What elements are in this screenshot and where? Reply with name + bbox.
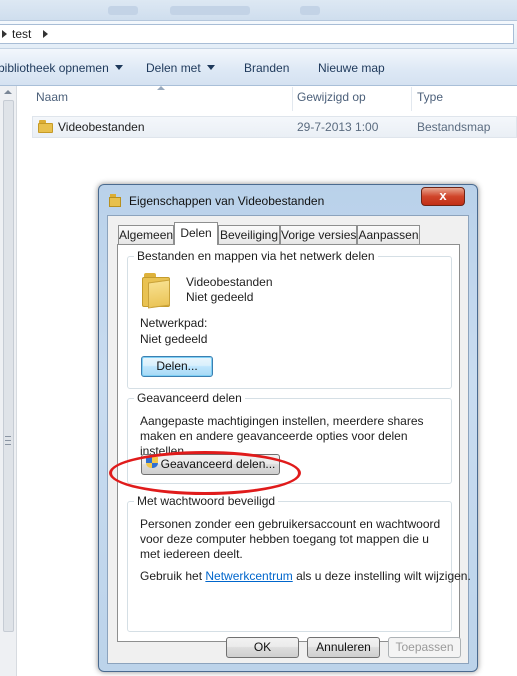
title-bar-blur <box>300 6 320 15</box>
folder-icon <box>142 273 172 309</box>
tab-security[interactable]: Beveiliging <box>218 225 280 244</box>
address-bar: test <box>0 21 517 49</box>
file-type: Bestandsmap <box>417 120 491 134</box>
ok-button[interactable]: OK <box>226 637 299 658</box>
title-bar-blur <box>108 6 138 15</box>
properties-dialog: Eigenschappen van Videobestanden x Algem… <box>98 184 478 672</box>
tab-general[interactable]: Algemeen <box>118 225 174 244</box>
column-divider[interactable] <box>411 87 412 111</box>
share-with-button[interactable]: Delen met <box>146 61 215 75</box>
network-sharing-group: Bestanden en mappen via het netwerk dele… <box>127 249 452 389</box>
column-header-type[interactable]: Type <box>417 90 443 104</box>
column-header-modified[interactable]: Gewijzigd op <box>297 90 366 104</box>
scroll-up-icon[interactable] <box>4 90 12 94</box>
breadcrumb-test[interactable]: test <box>12 27 31 41</box>
password-protection-title: Met wachtwoord beveiligd <box>134 494 279 508</box>
command-bar: bibliotheek opnemen Delen met Branden Ni… <box>0 49 517 86</box>
share-button[interactable]: Delen... <box>141 356 213 377</box>
advanced-sharing-title: Geavanceerd delen <box>134 391 245 405</box>
apply-button[interactable]: Toepassen <box>388 637 461 658</box>
column-divider[interactable] <box>292 87 293 111</box>
chevron-down-icon <box>206 65 215 70</box>
include-in-library-label: bibliotheek opnemen <box>0 61 109 75</box>
share-with-label: Delen met <box>146 61 201 75</box>
annotation-ellipse <box>109 451 301 495</box>
change-setting-text: Gebruik het Netwerkcentrum als u deze in… <box>140 569 471 584</box>
change-setting-prefix: Gebruik het <box>140 569 206 583</box>
folder-icon <box>109 194 125 208</box>
scrollbar-thumb[interactable] <box>3 100 14 632</box>
dialog-client-area: Algemeen Delen Beveiliging Vorige versie… <box>107 215 471 664</box>
address-box[interactable]: test <box>0 24 514 44</box>
window-title-bar <box>0 0 517 21</box>
sharing-tab-panel: Bestanden en mappen via het netwerk dele… <box>117 244 471 642</box>
tab-customize[interactable]: Aanpassen <box>357 225 420 244</box>
network-center-link[interactable]: Netwerkcentrum <box>205 569 292 583</box>
chevron-down-icon <box>114 65 123 70</box>
password-protection-group: Met wachtwoord beveiligd Personen zonder… <box>127 494 471 632</box>
file-name: Videobestanden <box>58 120 145 134</box>
breadcrumb-arrow-icon[interactable] <box>2 30 7 38</box>
password-protection-description: Personen zonder een gebruikersaccount en… <box>140 517 441 561</box>
include-in-library-button[interactable]: bibliotheek opnemen <box>0 61 123 75</box>
file-row[interactable]: Videobestanden 29-7-2013 1:00 Bestandsma… <box>32 116 517 138</box>
network-path-label: Netwerkpad: <box>140 316 208 330</box>
network-sharing-title: Bestanden en mappen via het netwerk dele… <box>134 249 378 263</box>
folder-icon <box>38 120 53 133</box>
shared-folder-status: Niet gedeeld <box>186 290 254 304</box>
new-folder-button[interactable]: Nieuwe map <box>318 61 385 75</box>
title-bar-blur <box>170 6 250 15</box>
breadcrumb-arrow-icon[interactable] <box>43 30 48 38</box>
tab-sharing[interactable]: Delen <box>174 222 218 245</box>
sort-ascending-icon <box>157 86 165 90</box>
grip-icon <box>5 436 11 445</box>
navigation-scrollbar[interactable] <box>0 86 17 676</box>
tab-previous-versions[interactable]: Vorige versies <box>280 225 357 244</box>
change-setting-suffix: als u deze instelling wilt wijzigen. <box>292 569 471 583</box>
dialog-title: Eigenschappen van Videobestanden <box>129 194 325 208</box>
cancel-button[interactable]: Annuleren <box>307 637 380 658</box>
burn-button[interactable]: Branden <box>244 61 289 75</box>
close-button[interactable]: x <box>421 187 465 206</box>
file-modified: 29-7-2013 1:00 <box>297 120 379 134</box>
column-header-name[interactable]: Naam <box>36 90 68 104</box>
shared-folder-name: Videobestanden <box>186 275 273 289</box>
network-path-value: Niet gedeeld <box>140 332 208 346</box>
